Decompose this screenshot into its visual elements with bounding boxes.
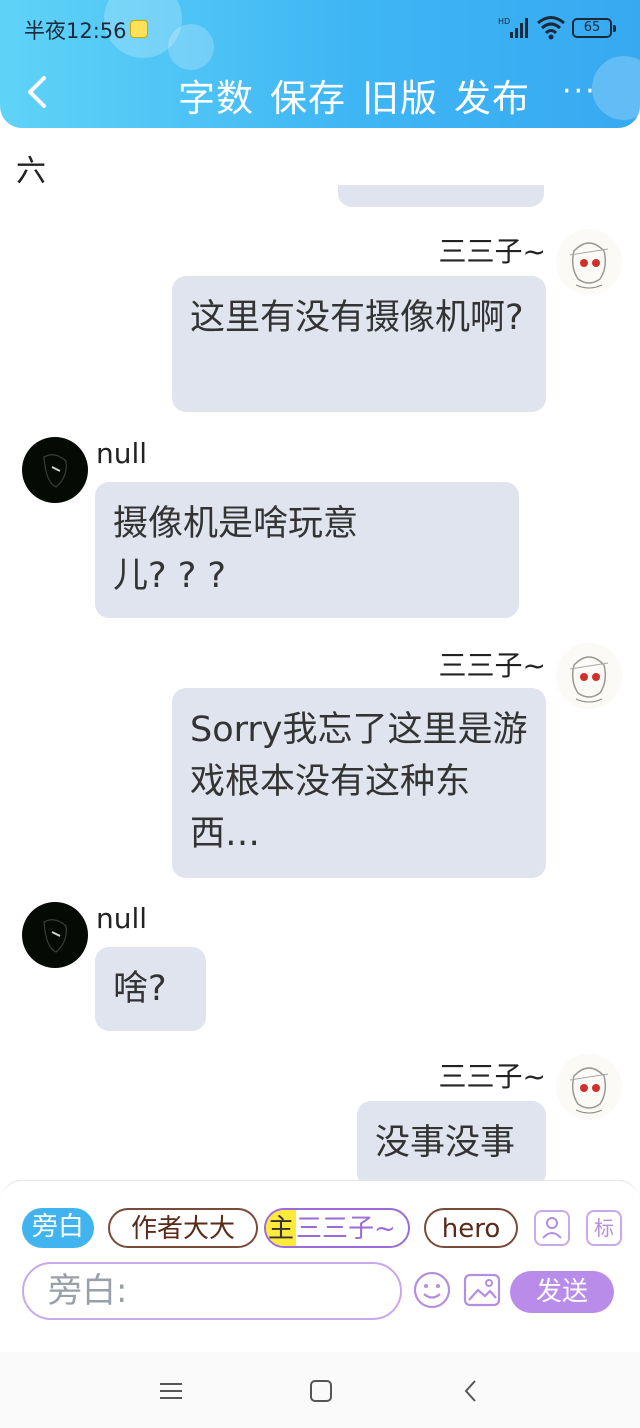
message-bubble[interactable]: 啥?: [95, 947, 206, 1031]
home-icon[interactable]: [306, 1376, 336, 1406]
mark-button[interactable]: 标: [586, 1210, 622, 1246]
character-avatar[interactable]: [556, 1054, 622, 1120]
send-button[interactable]: 发送: [510, 1271, 614, 1313]
wifi-icon: [537, 16, 565, 40]
status-bar: 半夜12:56 HD 65: [0, 0, 640, 56]
person-icon: [542, 1217, 562, 1239]
role-chip-narrator[interactable]: 旁白: [22, 1208, 94, 1248]
previous-message-bubble: [338, 185, 544, 207]
editor-toolbar: 字数 保存 旧版 发布 ···: [0, 60, 640, 124]
speaker-name: 三三子~: [438, 649, 546, 682]
character-avatar[interactable]: [556, 229, 622, 295]
word-count-button[interactable]: 字数: [178, 68, 254, 122]
publish-button[interactable]: 发布: [454, 68, 530, 122]
back-icon[interactable]: [456, 1376, 486, 1406]
manage-roles-button[interactable]: [534, 1210, 570, 1246]
notification-icon: [130, 20, 148, 38]
speaker-name: 三三子~: [438, 235, 546, 268]
sketch-avatar-icon: [569, 1067, 609, 1114]
signal-icon: HD: [498, 17, 528, 38]
back-arrow-icon[interactable]: [18, 70, 58, 114]
system-navigation-bar: [0, 1352, 640, 1428]
network-label: HD: [498, 17, 510, 26]
message-bubble[interactable]: 没事没事: [357, 1101, 546, 1180]
more-menu-icon[interactable]: ···: [562, 74, 597, 109]
character-avatar[interactable]: [556, 643, 622, 709]
sketch-avatar-icon: [569, 242, 609, 289]
main-role-name: 三三子~: [296, 1214, 396, 1244]
message-list[interactable]: 三三子~ 这里有没有摄像机啊? null 摄像机是啥玩意儿? ? ? 三三子~ …: [0, 185, 640, 1180]
dark-avatar-icon: [43, 454, 67, 488]
menu-icon[interactable]: [156, 1376, 186, 1406]
role-chip-author[interactable]: 作者大大: [108, 1208, 258, 1248]
old-version-button[interactable]: 旧版: [362, 68, 438, 122]
message-bubble[interactable]: 摄像机是啥玩意儿? ? ?: [95, 482, 519, 618]
message-bubble[interactable]: Sorry我忘了这里是游戏根本没有这种东西…: [172, 688, 546, 878]
speaker-name: null: [96, 437, 148, 470]
emoji-icon[interactable]: [412, 1270, 452, 1310]
top-bar: 半夜12:56 HD 65 字数 保存 旧版 发布 ···: [0, 0, 640, 128]
message-bubble[interactable]: 这里有没有摄像机啊?: [172, 276, 546, 412]
speaker-name: null: [96, 902, 148, 935]
character-avatar[interactable]: [22, 437, 88, 503]
role-chip-main[interactable]: 主三三子~: [264, 1208, 410, 1248]
character-avatar[interactable]: [22, 902, 88, 968]
battery-icon: 65: [572, 18, 616, 38]
dialogue-input[interactable]: 旁白:: [22, 1262, 402, 1320]
image-icon[interactable]: [462, 1270, 502, 1310]
status-time: 半夜12:56: [24, 19, 127, 43]
role-chip-hero[interactable]: hero: [424, 1208, 518, 1248]
sketch-avatar-icon: [569, 656, 609, 703]
speaker-name: 三三子~: [438, 1060, 546, 1093]
save-button[interactable]: 保存: [270, 68, 346, 122]
dark-avatar-icon: [43, 919, 67, 953]
toolbar-actions: 字数 保存 旧版 发布: [178, 68, 530, 122]
main-role-tag: 主: [266, 1210, 297, 1246]
chapter-label: 六: [16, 154, 46, 189]
